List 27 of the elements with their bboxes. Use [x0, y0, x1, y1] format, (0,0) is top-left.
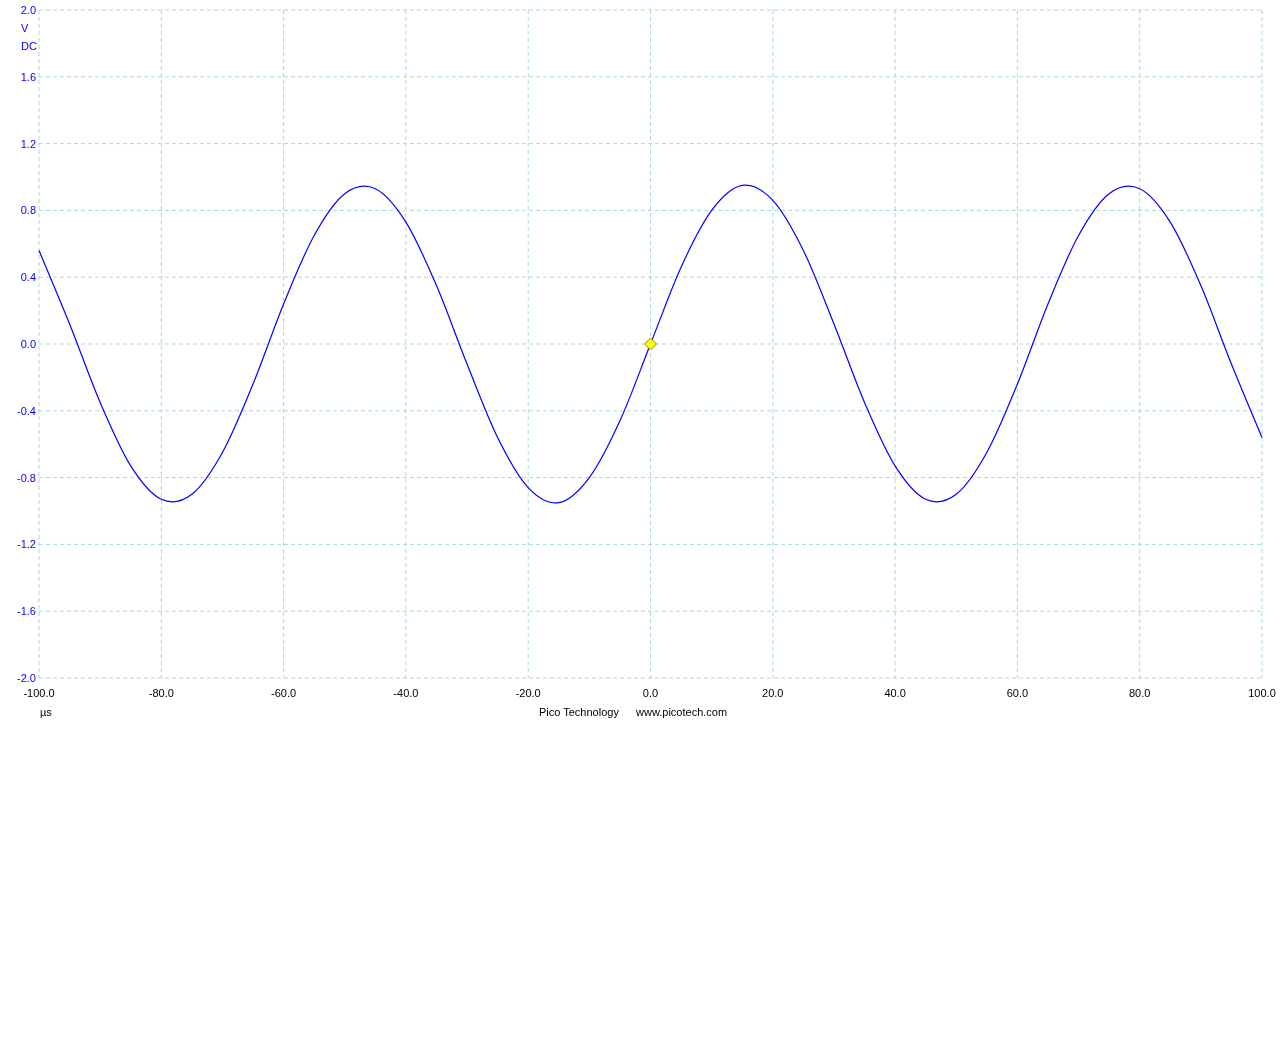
- company-name: Pico Technology: [539, 706, 619, 718]
- x-tick-label: 100.0: [1248, 687, 1276, 699]
- x-unit-label: µs: [40, 706, 52, 718]
- x-tick-label: -40.0: [393, 687, 419, 699]
- y-tick-label: -2.0: [17, 672, 36, 684]
- x-tick-label: -60.0: [271, 687, 297, 699]
- y-tick-label: 2.0: [20, 4, 36, 16]
- y-tick-label: 1.6: [20, 70, 36, 83]
- y-tick-label: -0.4: [17, 404, 36, 417]
- y-tick-label: 0.8: [20, 204, 36, 217]
- y-tick-label: 1.2: [20, 137, 36, 150]
- x-tick-label: 40.0: [884, 687, 906, 699]
- y-tick-label: -1.6: [17, 605, 36, 618]
- y-tick-label: 0.4: [20, 271, 36, 284]
- y-unit-label: V: [21, 22, 29, 34]
- y-tick-label: -1.2: [17, 538, 36, 551]
- coupling-label: DC: [21, 40, 37, 52]
- trigger-marker-icon: [644, 337, 657, 351]
- y-tick-label: -0.8: [17, 471, 36, 484]
- x-tick-label: 80.0: [1129, 687, 1151, 699]
- x-tick-label: 60.0: [1006, 687, 1029, 699]
- x-tick-label: 0.0: [642, 687, 659, 699]
- y-tick-label: 0.0: [20, 338, 36, 350]
- x-tick-label: 20.0: [762, 687, 784, 699]
- x-tick-label: -100.0: [23, 687, 55, 699]
- x-tick-label: -20.0: [515, 687, 541, 699]
- x-tick-label: -80.0: [148, 687, 174, 699]
